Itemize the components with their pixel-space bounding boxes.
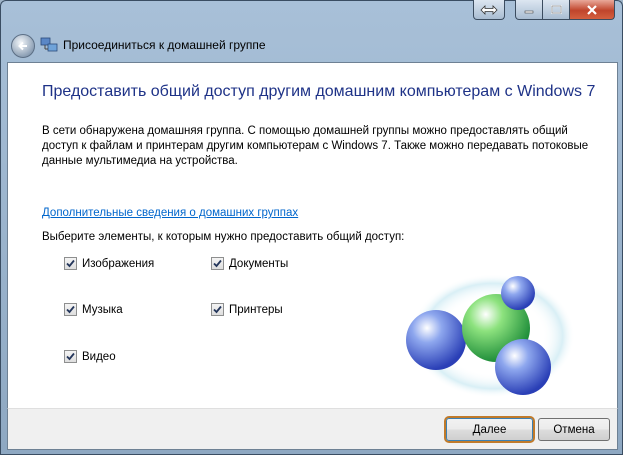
close-button[interactable]: [570, 0, 615, 20]
dialog-footer: Далее Отмена: [7, 408, 618, 450]
checkbox-music[interactable]: Музыка: [64, 303, 123, 316]
checkbox-box[interactable]: [211, 303, 224, 316]
more-info-link[interactable]: Дополнительные сведения о домашних групп…: [42, 207, 298, 219]
checkbox-box[interactable]: [211, 257, 224, 270]
checkbox-label: Музыка: [82, 303, 123, 316]
window-title: Присоединиться к домашней группе: [63, 38, 266, 52]
minimize-icon: [524, 10, 534, 13]
maximize-button[interactable]: [543, 0, 570, 20]
checkmark-icon: [66, 352, 75, 361]
next-button[interactable]: Далее: [446, 418, 533, 441]
homegroup-network-icon: [40, 37, 58, 52]
minimize-button[interactable]: [515, 0, 543, 20]
homegroup-spheres-logo: [406, 274, 575, 398]
checkbox-label: Видео: [82, 350, 116, 363]
checkbox-label: Документы: [229, 257, 289, 270]
checkbox-documents[interactable]: Документы: [211, 257, 288, 270]
checkmark-icon: [66, 305, 75, 314]
checkmark-icon: [66, 259, 75, 268]
checkmark-icon: [213, 305, 222, 314]
page-heading: Предоставить общий доступ другим домашни…: [42, 83, 596, 100]
checkbox-label: Изображения: [82, 257, 155, 270]
checkbox-video[interactable]: Видео: [64, 350, 116, 363]
description-text: В сети обнаружена домашняя группа. С пом…: [42, 125, 589, 167]
checkbox-label: Принтеры: [229, 303, 283, 316]
caption-buttons: [473, 0, 615, 20]
checkbox-box[interactable]: [64, 303, 77, 316]
close-icon: [587, 4, 597, 15]
double-arrow-icon: [480, 4, 498, 15]
checkbox-printers[interactable]: Принтеры: [211, 303, 283, 316]
maximize-icon: [550, 5, 562, 14]
share-prompt: Выберите элементы, к которым нужно предо…: [42, 231, 405, 243]
checkmark-icon: [213, 259, 222, 268]
content-panel: Предоставить общий доступ другим домашни…: [7, 62, 618, 409]
help-swap-button[interactable]: [473, 0, 505, 20]
titlebar: Присоединиться к домашней группе: [0, 22, 623, 64]
checkbox-images[interactable]: Изображения: [64, 257, 154, 270]
back-arrow-icon: [18, 41, 27, 51]
checkbox-box[interactable]: [64, 350, 77, 363]
dialog-window: Присоединиться к домашней группе Предост…: [0, 0, 623, 455]
checkbox-box[interactable]: [64, 257, 77, 270]
cancel-button[interactable]: Отмена: [538, 418, 610, 441]
back-button[interactable]: [11, 34, 35, 58]
